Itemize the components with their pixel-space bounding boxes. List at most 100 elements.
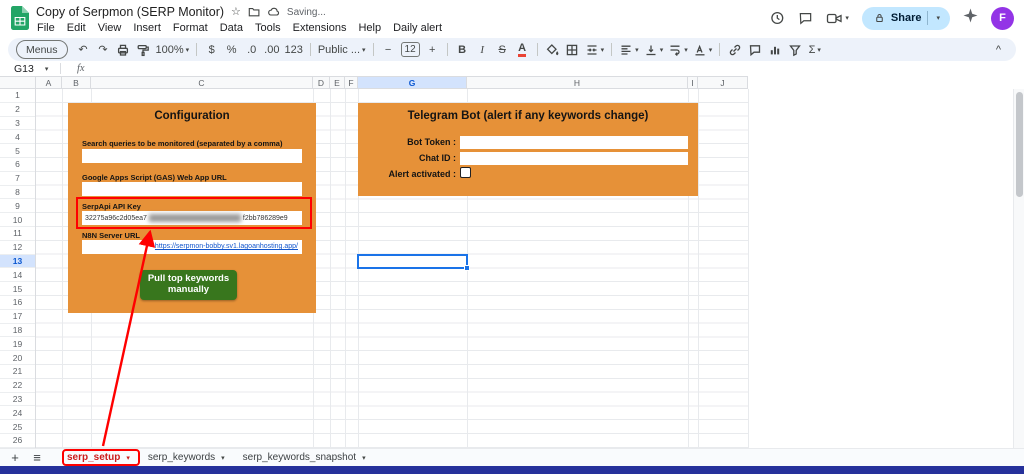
row-header[interactable]: 18 <box>0 324 35 338</box>
bot-token-input[interactable] <box>460 136 688 149</box>
strikethrough-button[interactable]: S <box>493 40 512 59</box>
fill-handle[interactable] <box>464 265 470 271</box>
currency-format-button[interactable]: $ <box>202 40 221 59</box>
n8n-url-input[interactable]: https://serpmon-bobby.sv1.lagoanhosting.… <box>82 240 302 254</box>
insert-chart-icon[interactable] <box>765 40 784 59</box>
print-icon[interactable] <box>114 40 133 59</box>
row-header[interactable]: 3 <box>0 117 35 131</box>
row-header[interactable]: 13 <box>0 254 35 269</box>
gemini-sparkle-icon[interactable] <box>963 8 978 28</box>
document-title[interactable]: Copy of Serpmon (SERP Monitor) <box>36 5 224 19</box>
row-header[interactable]: 22 <box>0 379 35 393</box>
row-headers[interactable]: 1 2 3 4 5 6 7 8 9 10 11 12 13 14 15 16 17 18 19 20 21 22 23 24 2… <box>0 89 36 448</box>
paint-format-icon[interactable] <box>134 40 153 59</box>
menu-item[interactable]: Data <box>214 22 249 34</box>
zoom-select[interactable]: 100% ▾ <box>154 40 192 59</box>
menu-item[interactable]: Format <box>167 22 214 34</box>
alert-activated-checkbox[interactable] <box>460 167 471 178</box>
chevron-down-icon[interactable]: ▾ <box>362 454 366 462</box>
add-sheet-button[interactable]: + <box>4 449 26 466</box>
chevron-down-icon[interactable]: ▾ <box>845 14 849 22</box>
functions-button[interactable]: Σ ▾ <box>805 40 824 59</box>
insert-link-icon[interactable] <box>725 40 744 59</box>
row-header[interactable]: 12 <box>0 241 35 255</box>
borders-icon[interactable] <box>563 40 582 59</box>
row-header[interactable]: 11 <box>0 227 35 241</box>
sheets-logo-icon[interactable] <box>11 6 29 35</box>
vertical-align-icon[interactable]: ▾ <box>642 40 666 59</box>
percent-format-button[interactable]: % <box>222 40 241 59</box>
chevron-down-icon[interactable]: ▾ <box>221 454 225 462</box>
menus-search-button[interactable]: Menus <box>16 40 68 59</box>
row-header[interactable]: 24 <box>0 406 35 421</box>
text-color-button[interactable]: A <box>518 42 527 57</box>
row-header[interactable]: 7 <box>0 172 35 186</box>
account-avatar[interactable]: F <box>991 6 1014 30</box>
menu-item[interactable]: View <box>92 22 128 34</box>
font-size-input[interactable]: 12 <box>400 42 420 57</box>
row-header[interactable]: 15 <box>0 282 35 296</box>
tab-serp-keywords-snapshot[interactable]: serp_keywords_snapshot ▾ <box>234 449 375 466</box>
column-header[interactable]: I <box>688 76 698 89</box>
row-header[interactable]: 20 <box>0 351 35 365</box>
menu-item[interactable]: Help <box>352 22 387 34</box>
meet-presentation-button[interactable]: ▾ <box>826 11 849 26</box>
column-header-selected[interactable]: G <box>358 76 467 89</box>
n8n-url-link[interactable]: https://serpmon-bobby.sv1.lagoanhosting.… <box>82 240 302 254</box>
row-header[interactable]: 6 <box>0 158 35 172</box>
decrease-decimal-button[interactable]: .0 <box>242 40 261 59</box>
decrease-font-size-button[interactable]: − <box>379 40 398 59</box>
collapse-toolbar-icon[interactable]: ^ <box>989 40 1008 59</box>
comments-icon[interactable] <box>798 11 813 26</box>
queries-input[interactable] <box>82 149 302 163</box>
row-header[interactable]: 19 <box>0 337 35 352</box>
menu-item[interactable]: File <box>31 22 61 34</box>
column-header[interactable]: D <box>313 76 330 89</box>
row-header[interactable]: 26 <box>0 434 35 448</box>
row-header[interactable]: 21 <box>0 365 35 379</box>
column-header[interactable]: B <box>62 76 91 89</box>
increase-font-size-button[interactable]: + <box>423 40 442 59</box>
move-folder-icon[interactable] <box>248 6 260 18</box>
row-header[interactable]: 17 <box>0 310 35 324</box>
menu-item[interactable]: Daily alert <box>387 22 448 34</box>
scrollbar-thumb[interactable] <box>1016 92 1023 197</box>
row-header[interactable]: 5 <box>0 144 35 158</box>
menu-item[interactable]: Extensions <box>287 22 353 34</box>
row-header[interactable]: 25 <box>0 420 35 434</box>
chevron-down-icon[interactable]: ▾ <box>45 65 49 73</box>
name-box[interactable]: G13 ▾ <box>0 63 58 75</box>
text-wrap-icon[interactable]: ▾ <box>666 40 690 59</box>
row-header[interactable]: 9 <box>0 199 35 214</box>
row-header[interactable]: 2 <box>0 103 35 117</box>
row-header[interactable]: 8 <box>0 186 35 200</box>
column-header[interactable]: H <box>467 76 688 89</box>
fill-color-icon[interactable] <box>543 40 562 59</box>
chat-id-input[interactable] <box>460 152 688 165</box>
vertical-scrollbar[interactable] <box>1013 89 1024 448</box>
version-history-icon[interactable] <box>769 10 785 26</box>
redo-icon[interactable]: ↷ <box>94 40 113 59</box>
column-header[interactable]: E <box>330 76 345 89</box>
row-header[interactable]: 10 <box>0 213 35 227</box>
italic-button[interactable]: I <box>473 40 492 59</box>
row-header[interactable]: 14 <box>0 268 35 283</box>
merge-cells-icon[interactable]: ▾ <box>583 40 607 59</box>
increase-decimal-button[interactable]: .00 <box>262 40 281 59</box>
row-header[interactable]: 1 <box>0 89 35 103</box>
undo-icon[interactable]: ↶ <box>74 40 93 59</box>
row-header[interactable]: 16 <box>0 296 35 310</box>
row-header[interactable]: 4 <box>0 130 35 145</box>
menu-item[interactable]: Tools <box>249 22 287 34</box>
column-header[interactable]: C <box>91 76 313 89</box>
column-header[interactable]: A <box>36 76 62 89</box>
row-header[interactable]: 23 <box>0 393 35 407</box>
column-header[interactable]: J <box>698 76 748 89</box>
share-button[interactable]: Share ▾ <box>861 6 950 30</box>
text-rotation-icon[interactable]: ▾ <box>691 40 715 59</box>
menu-item[interactable]: Insert <box>127 22 167 34</box>
pull-keywords-button[interactable]: Pull top keywords manually <box>140 270 237 300</box>
insert-comment-icon[interactable] <box>745 40 764 59</box>
gas-url-input[interactable] <box>82 182 302 196</box>
spreadsheet-grid[interactable]: 1 2 3 4 5 6 7 8 9 10 11 12 13 14 15 16 17 18 19 20 21 22 23 24 2… <box>0 89 1024 448</box>
